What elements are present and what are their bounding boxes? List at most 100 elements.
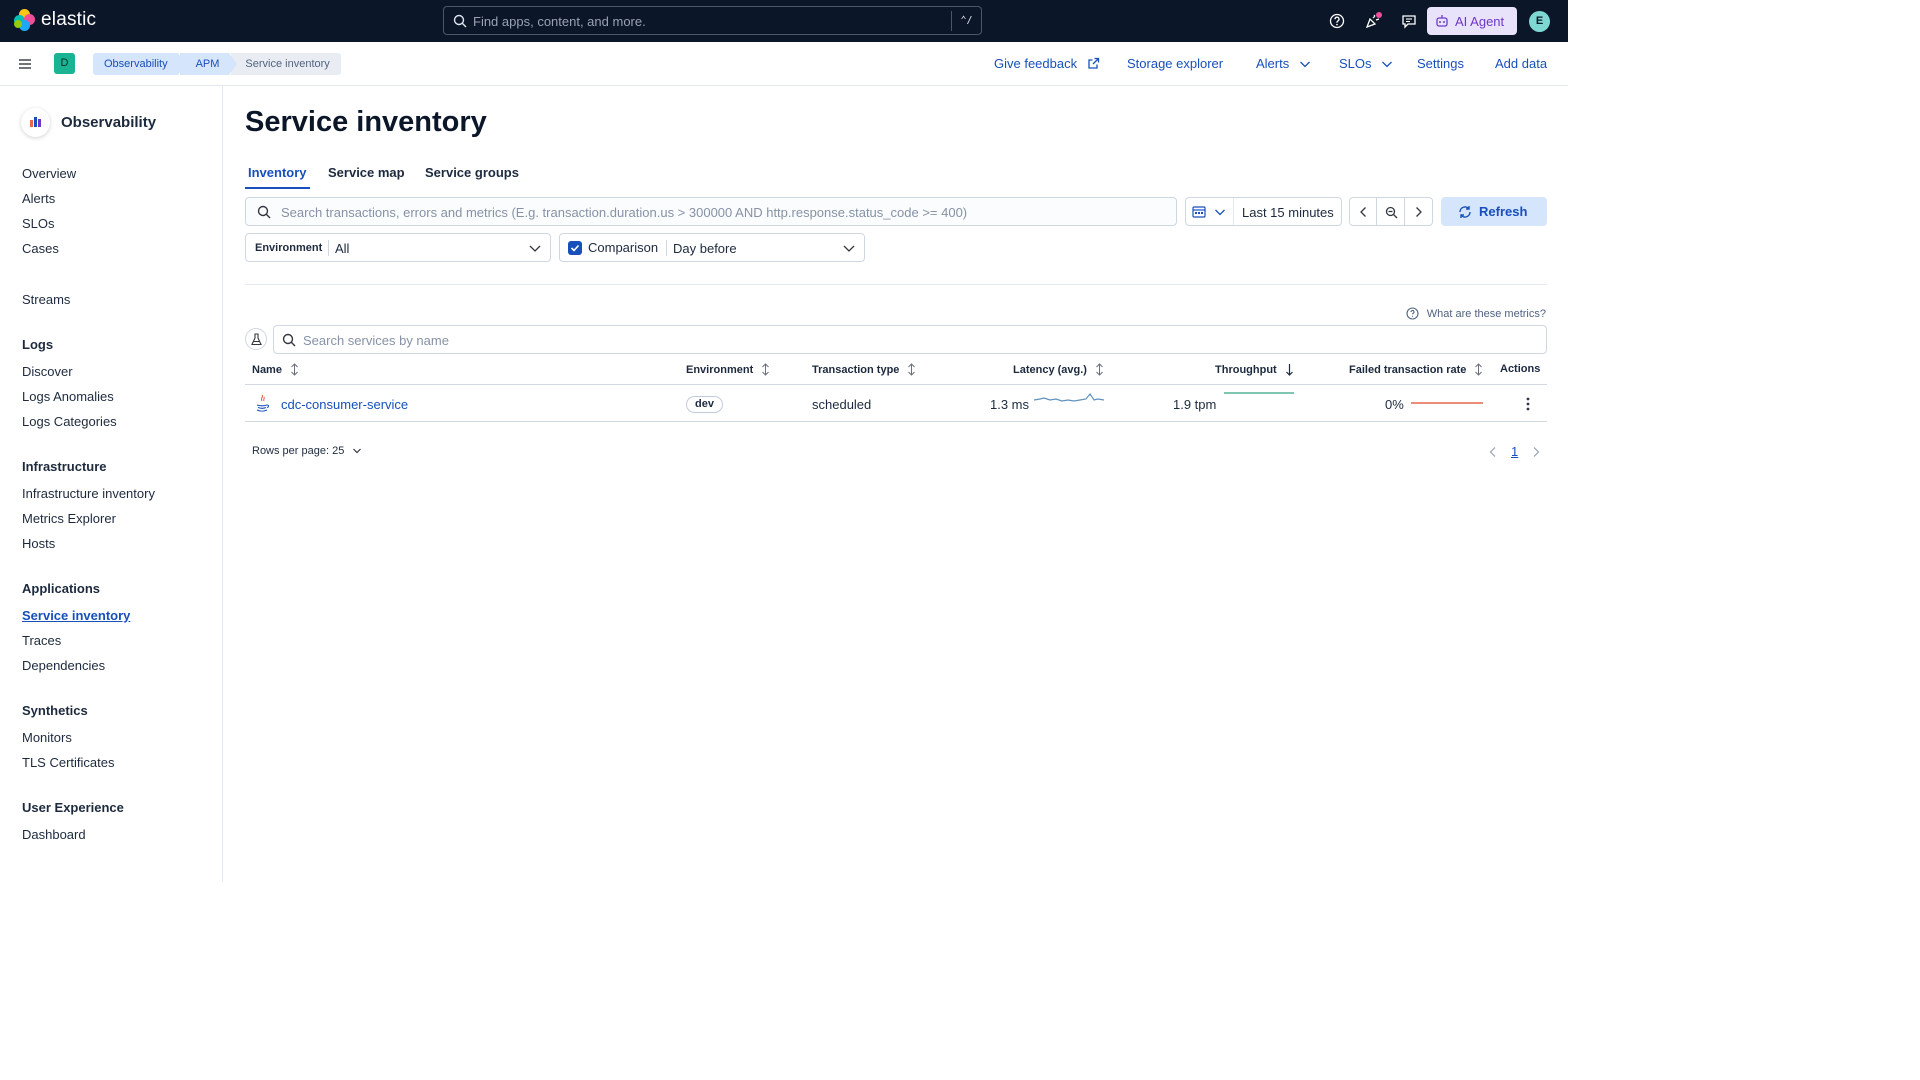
comparison-value: Day before	[673, 241, 737, 256]
service-name-link[interactable]: cdc-consumer-service	[281, 397, 408, 412]
sidebar-section-user-experience: User Experience	[22, 800, 124, 815]
alerts-menu-button[interactable]: Alerts	[1256, 56, 1311, 71]
pagination-prev-icon[interactable]	[1488, 446, 1498, 458]
sidebar-item-infrastructure-inventory[interactable]: Infrastructure inventory	[22, 486, 155, 501]
separator	[328, 240, 329, 256]
table-row-divider	[245, 421, 1547, 422]
column-header-throughput-label: Throughput	[1215, 364, 1277, 376]
sort-icon	[291, 363, 298, 376]
tab-service-groups[interactable]: Service groups	[425, 165, 519, 180]
ai-agent-button[interactable]: AI Agent	[1427, 7, 1517, 35]
search-icon	[257, 205, 271, 219]
environment-select[interactable]: Environment All	[245, 233, 551, 262]
news-feed-icon[interactable]	[1364, 12, 1382, 30]
refresh-label: Refresh	[1479, 204, 1528, 219]
environment-badge: dev	[686, 396, 723, 413]
search-icon	[453, 14, 467, 28]
tab-inventory[interactable]: Inventory	[248, 165, 307, 180]
column-header-transaction-type[interactable]: Transaction type	[812, 363, 916, 376]
zoom-out-icon	[1385, 206, 1398, 219]
robot-icon	[1436, 15, 1448, 27]
sidebar-item-streams[interactable]: Streams	[22, 292, 70, 307]
sidebar-item-cases[interactable]: Cases	[22, 241, 59, 256]
breadcrumb-apm[interactable]: APM	[179, 53, 238, 75]
rows-per-page-select[interactable]: Rows per page: 25	[252, 445, 362, 457]
java-icon	[256, 394, 269, 412]
give-feedback-link[interactable]: Give feedback	[994, 56, 1100, 71]
help-icon[interactable]	[1328, 12, 1346, 30]
query-search-placeholder: Search transactions, errors and metrics …	[281, 205, 968, 220]
environment-select-label: Environment	[255, 242, 323, 254]
chevron-down-icon	[1299, 61, 1310, 68]
query-search-input[interactable]: Search transactions, errors and metrics …	[245, 197, 1177, 226]
comparison-select[interactable]: Comparison Day before	[559, 233, 865, 262]
throughput-sparkline	[1224, 392, 1294, 394]
sidebar-item-hosts[interactable]: Hosts	[22, 536, 55, 551]
sidebar-item-metrics-explorer[interactable]: Metrics Explorer	[22, 511, 116, 526]
failed-rate-sparkline	[1411, 402, 1483, 404]
storage-explorer-link[interactable]: Storage explorer	[1127, 56, 1223, 71]
column-header-actions: Actions	[1500, 363, 1541, 375]
global-search-placeholder: Find apps, content, and more.	[473, 14, 646, 29]
sidebar-item-alerts[interactable]: Alerts	[22, 191, 55, 206]
sidebar-title: Observability	[61, 114, 157, 131]
column-header-environment[interactable]: Environment	[686, 363, 770, 376]
user-avatar[interactable]: E	[1529, 11, 1550, 32]
sidebar: Observability Overview Alerts SLOs Cases…	[0, 86, 223, 882]
slos-menu-button[interactable]: SLOs	[1339, 56, 1393, 71]
column-header-failed-rate[interactable]: Failed transaction rate	[1349, 363, 1483, 376]
sidebar-section-logs: Logs	[22, 337, 54, 352]
zoom-out-button[interactable]	[1377, 197, 1405, 226]
chat-icon[interactable]	[1400, 12, 1418, 30]
global-header: elastic Find apps, content, and more. ⌃/…	[0, 0, 1568, 42]
column-header-latency[interactable]: Latency (avg.)	[1013, 363, 1104, 376]
tab-service-map[interactable]: Service map	[328, 165, 405, 180]
sidebar-item-overview[interactable]: Overview	[22, 166, 76, 181]
settings-link[interactable]: Settings	[1417, 56, 1464, 71]
sidebar-item-slos[interactable]: SLOs	[22, 216, 55, 231]
breadcrumb-service-inventory: Service inventory	[231, 53, 341, 75]
comparison-checkbox[interactable]	[568, 241, 582, 255]
metrics-help-link[interactable]: What are these metrics?	[1406, 307, 1546, 320]
more-actions-icon[interactable]	[1523, 397, 1533, 411]
sidebar-item-dependencies[interactable]: Dependencies	[22, 658, 105, 673]
pagination-page-1[interactable]: 1	[1511, 444, 1518, 459]
refresh-button[interactable]: Refresh	[1441, 197, 1547, 226]
date-picker[interactable]: Last 15 minutes	[1185, 197, 1342, 226]
sidebar-section-infrastructure: Infrastructure	[22, 459, 107, 474]
sidebar-item-traces[interactable]: Traces	[22, 633, 61, 648]
separator	[666, 240, 667, 256]
sidebar-item-logs-anomalies[interactable]: Logs Anomalies	[22, 389, 114, 404]
pagination-next-icon[interactable]	[1531, 446, 1541, 458]
sidebar-item-discover[interactable]: Discover	[22, 364, 73, 379]
sidebar-item-dashboard[interactable]: Dashboard	[22, 827, 86, 842]
time-forward-button[interactable]	[1405, 197, 1433, 226]
elastic-logo[interactable]: elastic	[14, 9, 96, 31]
hamburger-menu-icon[interactable]	[17, 57, 33, 71]
sidebar-section-applications: Applications	[22, 581, 101, 596]
subheader: D Observability APM Service inventory Gi…	[0, 42, 1568, 86]
time-range-value[interactable]: Last 15 minutes	[1242, 205, 1334, 220]
add-data-link[interactable]: Add data	[1495, 56, 1547, 71]
sidebar-item-service-inventory[interactable]: Service inventory	[22, 608, 130, 623]
column-header-throughput[interactable]: Throughput	[1215, 363, 1294, 376]
transaction-type-cell: scheduled	[812, 397, 872, 412]
sort-icon	[762, 363, 770, 376]
column-header-name[interactable]: Name	[252, 363, 299, 376]
global-search-input[interactable]: Find apps, content, and more. ⌃/	[443, 6, 982, 35]
sort-icon	[1096, 363, 1103, 376]
time-back-button[interactable]	[1349, 197, 1377, 226]
sidebar-item-tls-certificates[interactable]: TLS Certificates	[22, 755, 114, 770]
technical-preview-badge[interactable]	[245, 328, 267, 350]
sidebar-item-logs-categories[interactable]: Logs Categories	[22, 414, 117, 429]
latency-value: 1.3 ms	[990, 397, 1030, 412]
column-header-transaction-type-label: Transaction type	[812, 364, 900, 376]
quick-select-button[interactable]	[1186, 198, 1234, 225]
page-title: Service inventory	[245, 106, 487, 138]
service-search-input[interactable]: Search services by name	[273, 325, 1547, 354]
column-header-environment-label: Environment	[686, 364, 754, 376]
sidebar-item-monitors[interactable]: Monitors	[22, 730, 72, 745]
breadcrumb-observability[interactable]: Observability	[93, 53, 186, 75]
beaker-icon	[251, 333, 262, 346]
space-avatar[interactable]: D	[54, 53, 75, 74]
